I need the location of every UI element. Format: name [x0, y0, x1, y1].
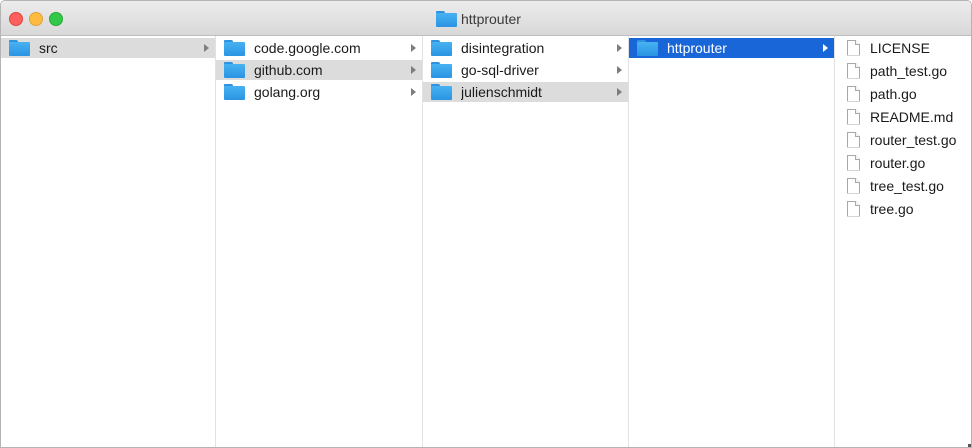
file-row[interactable]: tree.go	[835, 197, 971, 220]
file-row[interactable]: path.go	[835, 82, 971, 105]
file-label: path.go	[870, 85, 917, 102]
folder-icon	[224, 40, 245, 56]
folder-label: httprouter	[667, 40, 727, 56]
close-window-button[interactable]	[9, 12, 23, 26]
column-5-files[interactable]: LICENSE path_test.go path.go README.md r…	[835, 36, 971, 447]
folder-icon	[431, 40, 452, 56]
finder-window: httprouter src code.google.com github.co…	[0, 0, 972, 448]
document-icon	[847, 85, 860, 102]
file-label: router.go	[870, 154, 926, 171]
column-4[interactable]: httprouter	[629, 36, 835, 447]
chevron-right-icon	[411, 88, 416, 96]
column-3[interactable]: disintegration go-sql-driver julienschmi…	[423, 36, 629, 447]
folder-row-disintegration[interactable]: disintegration	[423, 38, 628, 58]
folder-row-go-sql-driver[interactable]: go-sql-driver	[423, 60, 628, 80]
file-label: tree.go	[870, 200, 914, 217]
chevron-right-icon	[617, 88, 622, 96]
zoom-window-button[interactable]	[49, 12, 63, 26]
folder-icon	[9, 40, 30, 56]
folder-label: golang.org	[254, 84, 321, 100]
document-icon	[847, 131, 860, 148]
file-row[interactable]: tree_test.go	[835, 174, 971, 197]
file-row[interactable]: path_test.go	[835, 59, 971, 82]
chevron-right-icon	[411, 66, 416, 74]
window-title: httprouter	[436, 10, 521, 28]
file-label: LICENSE	[870, 39, 930, 56]
file-label: README.md	[870, 108, 954, 125]
file-row[interactable]: LICENSE	[835, 36, 971, 59]
folder-label: disintegration	[461, 40, 545, 56]
document-icon	[847, 200, 860, 217]
document-icon	[847, 62, 860, 79]
document-icon	[847, 39, 860, 56]
document-icon	[847, 154, 860, 171]
file-row[interactable]: router.go	[835, 151, 971, 174]
document-icon	[847, 177, 860, 194]
folder-row-code-google-com[interactable]: code.google.com	[216, 38, 422, 58]
chevron-right-icon	[617, 66, 622, 74]
chevron-right-icon	[204, 44, 209, 52]
file-row[interactable]: router_test.go	[835, 128, 971, 151]
folder-label: src	[39, 40, 58, 56]
folder-row-httprouter[interactable]: httprouter	[629, 38, 834, 58]
file-label: path_test.go	[870, 62, 948, 79]
folder-label: code.google.com	[254, 40, 361, 56]
file-label: tree_test.go	[870, 177, 944, 194]
folder-label: go-sql-driver	[461, 62, 539, 78]
folder-icon	[431, 62, 452, 78]
column-2[interactable]: code.google.com github.com golang.org	[216, 36, 423, 447]
document-icon	[847, 108, 860, 125]
folder-icon	[637, 40, 658, 56]
folder-row-golang-org[interactable]: golang.org	[216, 82, 422, 102]
column-1[interactable]: src	[1, 36, 216, 447]
column-browser: src code.google.com github.com golang.or…	[1, 36, 971, 447]
chevron-right-icon	[411, 44, 416, 52]
window-title-text: httprouter	[461, 11, 521, 27]
chevron-right-icon	[617, 44, 622, 52]
file-row[interactable]: README.md	[835, 105, 971, 128]
folder-icon	[224, 62, 245, 78]
folder-label: github.com	[254, 62, 323, 78]
folder-icon	[436, 11, 457, 27]
folder-icon	[431, 84, 452, 100]
folder-icon	[224, 84, 245, 100]
chevron-right-icon	[823, 44, 828, 52]
folder-row-src[interactable]: src	[1, 38, 215, 58]
file-label: router_test.go	[870, 131, 957, 148]
folder-label: julienschmidt	[461, 84, 542, 100]
folder-row-github-com[interactable]: github.com	[216, 60, 422, 80]
minimize-window-button[interactable]	[29, 12, 43, 26]
folder-row-julienschmidt[interactable]: julienschmidt	[423, 82, 628, 102]
title-bar: httprouter	[1, 1, 971, 36]
